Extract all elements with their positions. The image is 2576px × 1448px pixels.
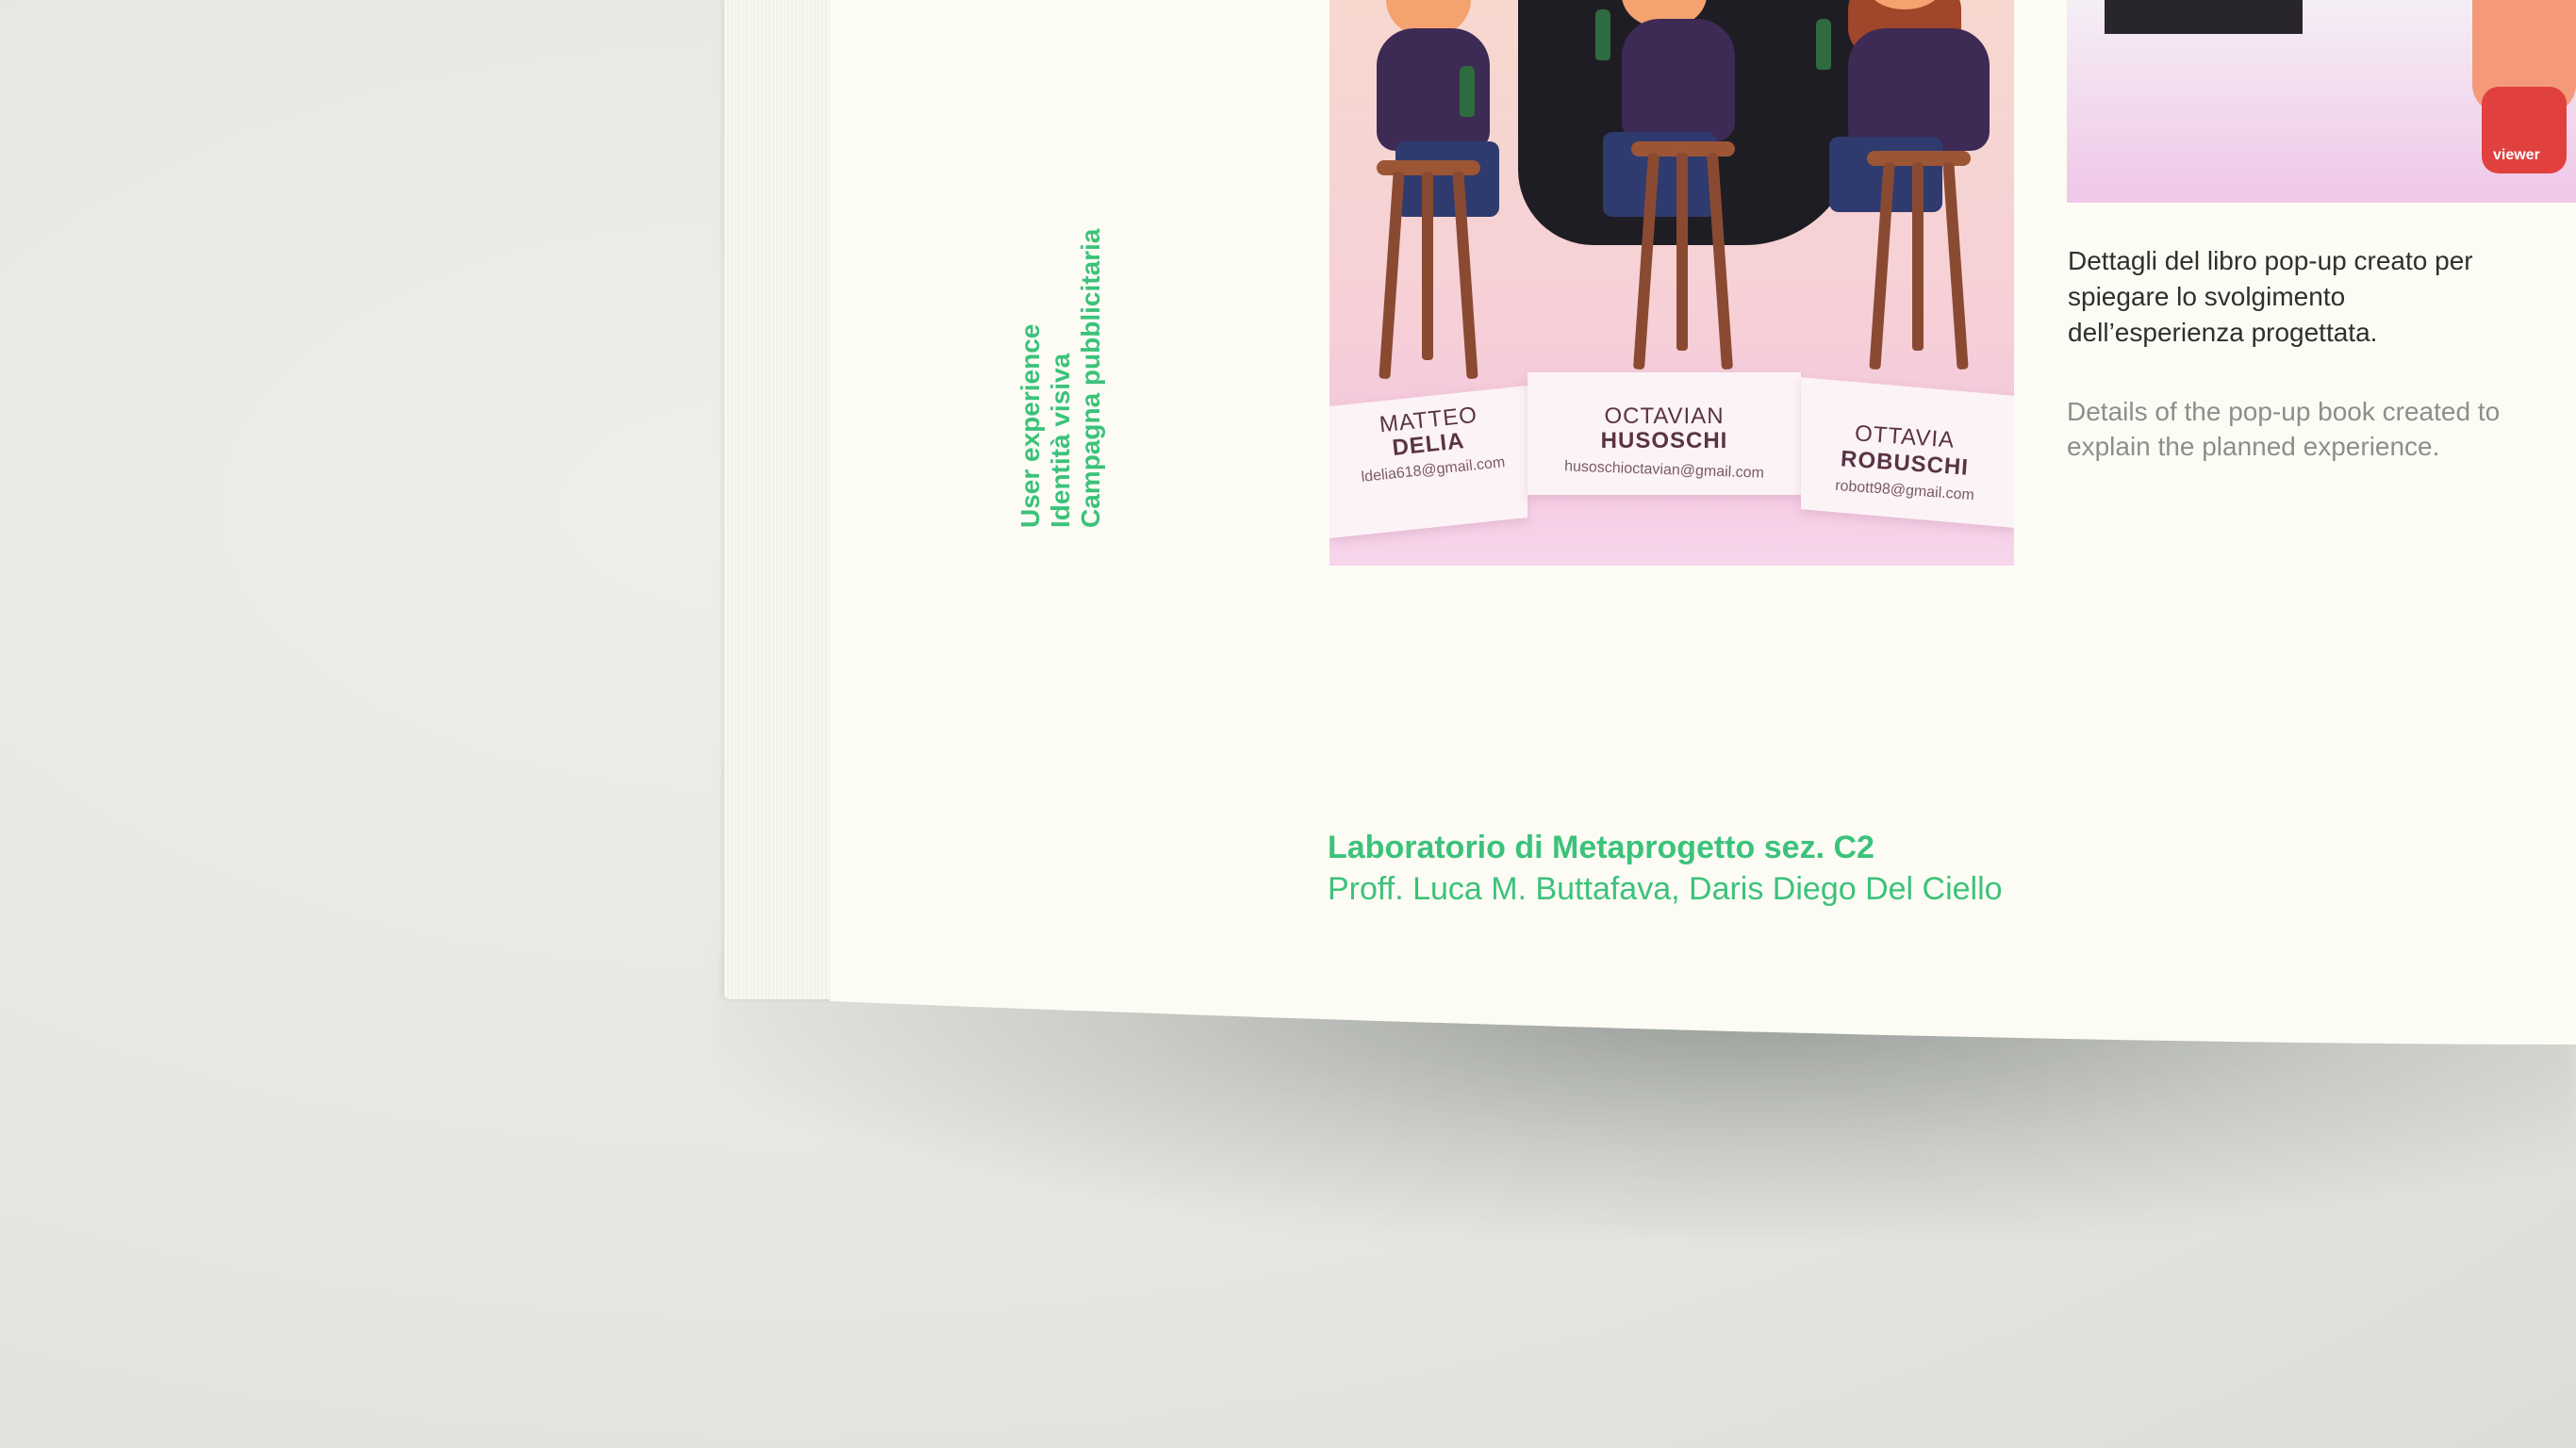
- caption-english: Details of the pop-up book created to ex…: [2067, 397, 2501, 461]
- stool-leg: [1379, 171, 1405, 380]
- tag-visual-identity: Identità visiva: [1046, 353, 1075, 528]
- bottle-icon: [1595, 9, 1610, 60]
- viewer-popup-photo: viewer: [2067, 0, 2576, 203]
- stool-leg: [1706, 152, 1734, 370]
- person-last-name: HUSOSCHI: [1600, 428, 1728, 453]
- stool-leg: [1422, 172, 1433, 360]
- caption-italian: Dettagli del libro pop-up creato per spi…: [2068, 246, 2473, 347]
- tag-user-experience: User experience: [1016, 323, 1045, 528]
- figure-ottavia: [1782, 0, 2008, 396]
- shirt: [1622, 19, 1735, 141]
- popup-book-photo: MATTEO DELIA ldelia618@gmail.com OCTAVIA…: [1329, 0, 2014, 566]
- viewer-label: viewer: [2493, 147, 2540, 163]
- stool-leg: [1912, 162, 1924, 351]
- photo-dark-shape: [2105, 0, 2303, 34]
- person-first-name: OCTAVIAN: [1604, 403, 1725, 429]
- stool-leg: [1676, 153, 1688, 351]
- bottle-icon: [1816, 19, 1831, 70]
- hoodie: [1848, 28, 1990, 151]
- course-title: Laboratorio di Metaprogetto sez. C2: [1328, 830, 1874, 865]
- tag-ad-campaign: Campagna pubblicitaria: [1076, 228, 1105, 528]
- bottle-icon: [1460, 66, 1475, 117]
- figure-matteo: [1348, 0, 1537, 396]
- stool-leg: [1942, 161, 1969, 370]
- project-tags: User experience Identità visiva Campagna…: [1016, 170, 1120, 528]
- legs: [1395, 141, 1499, 217]
- figure-octavian: [1565, 0, 1773, 396]
- course-professors: Proff. Luca M. Buttafava, Daris Diego De…: [1328, 871, 2003, 907]
